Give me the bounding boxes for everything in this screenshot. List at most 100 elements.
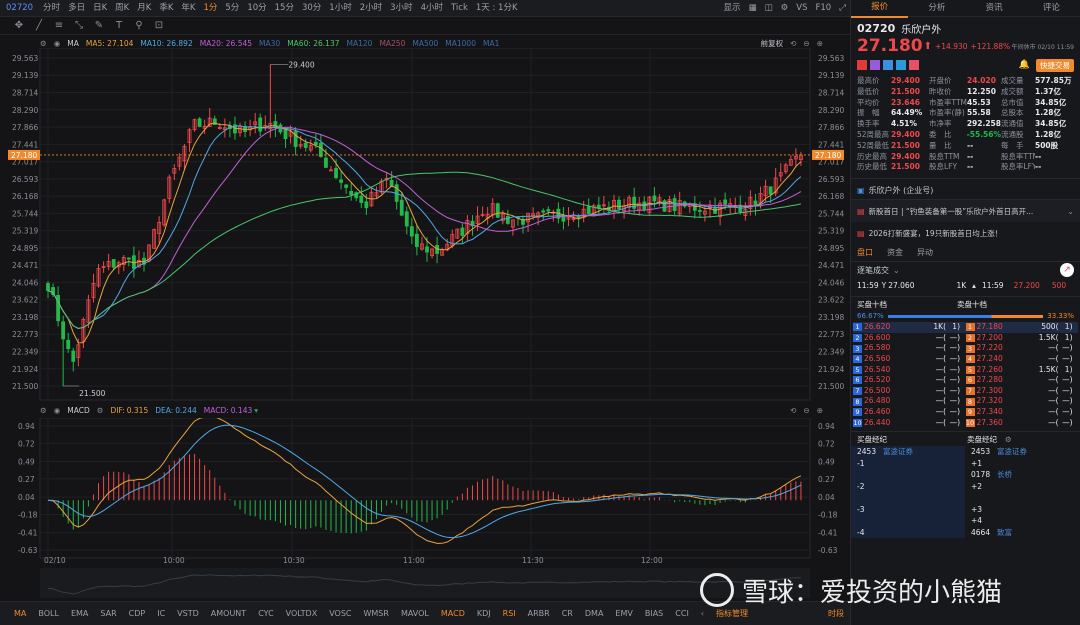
bid-level[interactable]: 9 26.460 —(—) bbox=[853, 407, 966, 418]
gear-icon[interactable]: ⚙ bbox=[1005, 435, 1012, 444]
ask-level[interactable]: 9 27.340 —(—) bbox=[965, 407, 1079, 418]
badge-icon[interactable] bbox=[896, 60, 906, 70]
indicator-cci[interactable]: CCI bbox=[669, 603, 695, 625]
bid-level[interactable]: 4 26.560 —(—) bbox=[853, 354, 966, 365]
timeframe-7[interactable]: 1分 bbox=[199, 0, 221, 17]
settings-icon[interactable]: ⚙ bbox=[777, 0, 793, 17]
bid-level[interactable]: 3 26.580 —(—) bbox=[853, 343, 966, 354]
timeframe-14[interactable]: 3小时 bbox=[386, 0, 416, 17]
f10-button[interactable]: F10 bbox=[811, 0, 835, 17]
timeframe-2[interactable]: 日K bbox=[89, 0, 111, 17]
quick-trade-button[interactable]: 快捷交易 bbox=[1036, 58, 1074, 72]
timeframe-15[interactable]: 4小时 bbox=[417, 0, 447, 17]
indicator-rsi[interactable]: RSI bbox=[497, 603, 522, 625]
ask-level[interactable]: 10 27.360 —(—) bbox=[965, 418, 1079, 429]
timeframe-3[interactable]: 周K bbox=[111, 0, 133, 17]
crosshair-icon[interactable]: ✥ bbox=[12, 20, 26, 31]
indicator-cyc[interactable]: CYC bbox=[252, 603, 279, 625]
ma-legend-item[interactable]: MA5: 27.104 bbox=[86, 39, 134, 48]
ask-level[interactable]: 5 27.260 1.5K(1) bbox=[965, 365, 1079, 376]
reset-icon[interactable]: ⟲ bbox=[790, 406, 796, 415]
indicator-bias[interactable]: BIAS bbox=[639, 603, 669, 625]
bid-level[interactable]: 1 26.620 1K(1) bbox=[853, 322, 966, 333]
reset-icon[interactable]: ⟲ bbox=[790, 39, 796, 48]
ma-legend-item[interactable]: MA500 bbox=[412, 39, 438, 48]
timeframe-12[interactable]: 1小时 bbox=[325, 0, 355, 17]
macd-setting-icon[interactable]: ⚙ bbox=[97, 406, 104, 415]
timeframe-9[interactable]: 10分 bbox=[243, 0, 270, 17]
indicator-wmsr[interactable]: WMSR bbox=[357, 603, 394, 625]
price-chart[interactable]: 29.563 29.563 29.139 29.139 28.714 28.714 28.2… bbox=[0, 48, 850, 403]
badge-icon[interactable] bbox=[909, 60, 919, 70]
ask-level[interactable]: 4 27.240 —(—) bbox=[965, 354, 1079, 365]
ask-level[interactable]: 1 27.180 500(1) bbox=[965, 322, 1079, 333]
timeframe-17[interactable]: 1天 : 1分K bbox=[472, 0, 522, 17]
news-item[interactable]: ▤ 新股首日 | “钓鱼装备第一股”乐欣户外首日高开... ⌄ bbox=[851, 200, 1080, 223]
timeframe-6[interactable]: 年K bbox=[177, 0, 199, 17]
display-menu[interactable]: 显示 bbox=[720, 0, 745, 17]
pencil-icon[interactable]: ✎ bbox=[92, 20, 106, 31]
ma-legend-item[interactable]: MA10: 26.892 bbox=[140, 39, 192, 48]
indicator-amount[interactable]: AMOUNT bbox=[205, 603, 252, 625]
tab-capital[interactable]: 资金 bbox=[887, 247, 903, 258]
zoom-icon[interactable]: ⤡ bbox=[72, 20, 86, 31]
ma-legend-item[interactable]: MA1 bbox=[483, 39, 499, 48]
indicator-arbr[interactable]: ARBR bbox=[522, 603, 556, 625]
timeframe-13[interactable]: 2小时 bbox=[356, 0, 386, 17]
plus-icon[interactable]: ⊕ bbox=[817, 39, 823, 48]
plus-icon[interactable]: ⊕ bbox=[817, 406, 823, 415]
text-tool-icon[interactable]: T bbox=[112, 20, 126, 31]
maximize-icon[interactable]: ⤢ bbox=[835, 0, 850, 17]
grid-icon[interactable]: ▦ bbox=[745, 0, 761, 17]
magnet-icon[interactable]: ⚲ bbox=[132, 20, 146, 31]
bid-level[interactable]: 6 26.520 —(—) bbox=[853, 375, 966, 386]
tab-movement[interactable]: 异动 bbox=[917, 247, 933, 258]
bid-level[interactable]: 7 26.500 —(—) bbox=[853, 386, 966, 397]
indicator-dma[interactable]: DMA bbox=[579, 603, 610, 625]
bid-level[interactable]: 10 26.440 —(—) bbox=[853, 418, 966, 429]
badge-icon[interactable] bbox=[870, 60, 880, 70]
ma-legend-item[interactable]: MA1000 bbox=[445, 39, 476, 48]
timeframe-16[interactable]: Tick bbox=[447, 0, 472, 17]
indicator-ic[interactable]: IC bbox=[151, 603, 171, 625]
ma-legend-item[interactable]: MA250 bbox=[379, 39, 405, 48]
indicator-vosc[interactable]: VOSC bbox=[323, 603, 357, 625]
ask-level[interactable]: 6 27.280 —(—) bbox=[965, 375, 1079, 386]
timeframe-8[interactable]: 5分 bbox=[221, 0, 243, 17]
fib-tool-icon[interactable]: ≡ bbox=[52, 20, 66, 31]
indicator-voltdx[interactable]: VOLTDX bbox=[280, 603, 324, 625]
timeframe-11[interactable]: 30分 bbox=[298, 0, 325, 17]
ask-level[interactable]: 2 27.200 1.5K(1) bbox=[965, 333, 1079, 344]
alert-icon[interactable]: 🔔 bbox=[1019, 60, 1030, 70]
compare-button[interactable]: VS bbox=[792, 0, 811, 17]
indicator-kdj[interactable]: KDJ bbox=[471, 603, 497, 625]
indicator-emv[interactable]: EMV bbox=[609, 603, 638, 625]
ma-legend-item[interactable]: MA60: 26.137 bbox=[287, 39, 339, 48]
ask-level[interactable]: 8 27.320 —(—) bbox=[965, 396, 1079, 407]
bid-level[interactable]: 2 26.600 —(—) bbox=[853, 333, 966, 344]
indicator-vstd[interactable]: VSTD bbox=[171, 603, 205, 625]
tab-quote[interactable]: 报价 bbox=[851, 0, 909, 18]
collapse-icon[interactable]: ⚙ bbox=[40, 406, 47, 415]
timeframe-1[interactable]: 多日 bbox=[64, 0, 89, 17]
company-row[interactable]: ▣ 乐欣户外 (企业号) bbox=[851, 182, 1080, 199]
visibility-icon[interactable]: ◉ bbox=[54, 406, 61, 415]
bid-level[interactable]: 5 26.540 —(—) bbox=[853, 365, 966, 376]
badge-icon[interactable] bbox=[883, 60, 893, 70]
ma-legend-item[interactable]: MA20: 26.545 bbox=[200, 39, 252, 48]
share-icon[interactable]: ↗ bbox=[1060, 263, 1074, 278]
indicator-cr[interactable]: CR bbox=[556, 603, 579, 625]
ask-level[interactable]: 7 27.300 —(—) bbox=[965, 386, 1079, 397]
indicator-mavol[interactable]: MAVOL bbox=[395, 603, 435, 625]
ma-legend-item[interactable]: MA30 bbox=[259, 39, 280, 48]
line-tool-icon[interactable]: ╱ bbox=[32, 20, 46, 31]
indicator-boll[interactable]: BOLL bbox=[32, 603, 65, 625]
news-item[interactable]: ▤ 2026打新盛宴，19只新股首日均上涨！ bbox=[851, 222, 1080, 244]
indicator-ma[interactable]: MA bbox=[8, 603, 32, 625]
screenshot-icon[interactable]: ◫ bbox=[761, 0, 777, 17]
indicator-ema[interactable]: EMA bbox=[65, 603, 94, 625]
indicator-macd[interactable]: MACD bbox=[435, 603, 471, 625]
tab-analysis[interactable]: 分析 bbox=[908, 0, 965, 17]
timeframe-0[interactable]: 分时 bbox=[39, 0, 64, 17]
ask-level[interactable]: 3 27.220 —(—) bbox=[965, 343, 1079, 354]
